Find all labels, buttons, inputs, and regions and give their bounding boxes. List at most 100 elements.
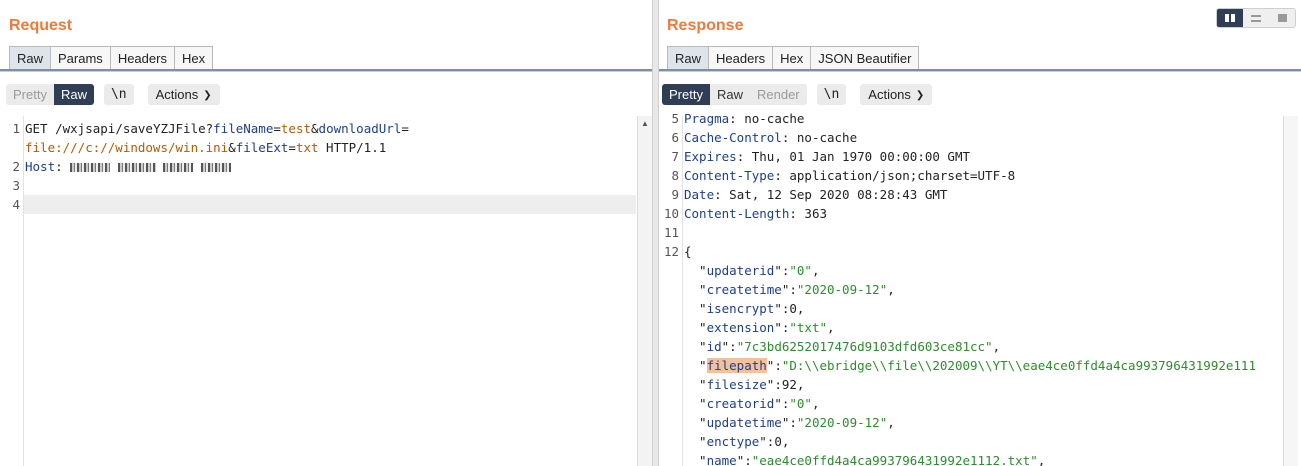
line-number bbox=[659, 356, 679, 375]
layout-single-button[interactable] bbox=[1269, 9, 1295, 27]
json-entry: "filepath":"D:\\ebridge\\file\\202009\\Y… bbox=[659, 356, 1256, 375]
chevron-down-icon: ❯ bbox=[203, 90, 212, 101]
request-tab-hex[interactable]: Hex bbox=[173, 46, 214, 70]
request-actions-label: Actions bbox=[155, 87, 199, 102]
request-line-1-wrap: file:///c://windows/win.ini&fileExt=txt … bbox=[25, 140, 387, 155]
request-tab-params[interactable]: Params bbox=[50, 46, 111, 70]
request-toolbar: Pretty Raw \n Actions ❯ bbox=[6, 84, 220, 105]
current-line-highlight bbox=[24, 195, 636, 214]
response-tab-raw[interactable]: Raw bbox=[667, 46, 710, 70]
json-entry: "isencrypt":0, bbox=[659, 299, 804, 318]
code-punctuation: : bbox=[729, 111, 745, 126]
code-punctuation: , bbox=[827, 320, 835, 335]
redacted-host bbox=[200, 163, 231, 172]
response-render-button[interactable]: Render bbox=[749, 84, 807, 105]
header-value: application/json;charset=UTF-8 bbox=[789, 168, 1016, 183]
request-tab-raw[interactable]: Raw bbox=[9, 46, 52, 70]
code-punctuation: ": bbox=[774, 396, 790, 411]
response-actions-label: Actions bbox=[868, 87, 911, 102]
layout-rows-button[interactable] bbox=[1243, 9, 1269, 27]
response-title: Response bbox=[667, 17, 744, 34]
response-header-line: 10 Content-Length: 363 bbox=[659, 204, 827, 223]
scroll-up-icon[interactable]: ▲ bbox=[641, 119, 649, 128]
code-punctuation: " bbox=[684, 377, 707, 392]
json-entry: "enctype":0, bbox=[659, 432, 789, 451]
code-punctuation: , bbox=[796, 377, 805, 392]
line-number bbox=[659, 451, 679, 466]
single-pane-icon bbox=[1277, 14, 1287, 22]
response-raw-button[interactable]: Raw bbox=[709, 84, 750, 105]
request-actions-button[interactable]: Actions ❯ bbox=[147, 84, 220, 105]
request-newline-toggle[interactable]: \n bbox=[103, 84, 134, 105]
line-number bbox=[659, 432, 679, 451]
request-pane: Request Raw Params Headers Hex Pretty Ra… bbox=[0, 0, 652, 466]
code-punctuation: " bbox=[684, 282, 707, 297]
json-key: extension bbox=[706, 320, 775, 335]
request-line-3: 3 bbox=[12, 178, 20, 193]
line-number: 6 bbox=[671, 130, 679, 145]
code-punctuation: " bbox=[684, 320, 707, 335]
json-value: 92 bbox=[781, 377, 797, 392]
tab-divider-shadow bbox=[659, 71, 1301, 72]
request-tab-headers[interactable]: Headers bbox=[109, 46, 175, 70]
rows-icon bbox=[1251, 14, 1261, 22]
redacted-host bbox=[163, 163, 194, 172]
code-punctuation: " bbox=[684, 434, 707, 449]
line-number bbox=[659, 375, 679, 394]
json-entry: "updatetime":"2020-09-12", bbox=[659, 413, 895, 432]
response-header-line: 5 Pragma: no-cache bbox=[659, 109, 804, 128]
request-raw-button[interactable]: Raw bbox=[53, 84, 94, 105]
code-punctuation: ": bbox=[774, 301, 790, 316]
code-punctuation: , bbox=[887, 415, 895, 430]
pane-splitter[interactable] bbox=[652, 0, 659, 466]
response-actions-button[interactable]: Actions ❯ bbox=[860, 84, 933, 105]
json-value: "2020-09-12" bbox=[796, 415, 888, 430]
code-punctuation: , bbox=[992, 339, 1001, 354]
line-number bbox=[659, 394, 679, 413]
json-entry: "creatorid":"0", bbox=[659, 394, 819, 413]
response-header-line: 7 Expires: Thu, 01 Jan 1970 00:00:00 GMT bbox=[659, 147, 970, 166]
response-tab-hex[interactable]: Hex bbox=[772, 46, 812, 70]
header-key: Pragma bbox=[684, 111, 730, 126]
code-punctuation: " bbox=[684, 358, 707, 373]
code-punctuation: " bbox=[684, 263, 707, 278]
request-view-toggle: Pretty Raw bbox=[6, 84, 94, 105]
response-editor[interactable]: 5 Pragma: no-cache 6 Cache-Control: no-cach… bbox=[659, 111, 1301, 466]
tab-divider-shadow bbox=[0, 71, 652, 72]
request-editor[interactable]: 1 GET /wxjsapi/saveYZJFile?fileName=test&… bbox=[0, 116, 652, 466]
json-value: "D:\\ebridge\\file\\202009\\YT\\eae4ce0f… bbox=[781, 358, 1256, 373]
code-punctuation: ": bbox=[766, 377, 782, 392]
code-punctuation: ": bbox=[736, 453, 752, 466]
response-header-line: 9 Date: Sat, 12 Sep 2020 08:28:43 GMT bbox=[659, 185, 947, 204]
header-value: no-cache bbox=[796, 130, 858, 145]
header-key: Date bbox=[684, 187, 715, 202]
code-punctuation: ": bbox=[781, 282, 797, 297]
response-tab-json-beautifier[interactable]: JSON Beautifier bbox=[810, 46, 920, 70]
code-punctuation: , bbox=[1037, 453, 1046, 466]
json-key: filesize bbox=[706, 377, 767, 392]
layout-columns-button[interactable] bbox=[1217, 9, 1243, 27]
json-key: name bbox=[706, 453, 737, 466]
code-punctuation: , bbox=[796, 301, 805, 316]
line-number: 11 bbox=[663, 225, 679, 240]
json-value: "2020-09-12" bbox=[796, 282, 888, 297]
code-punctuation: ": bbox=[774, 263, 790, 278]
request-title: Request bbox=[9, 17, 73, 34]
line-number bbox=[659, 299, 679, 318]
request-scrollbar[interactable]: ▲ bbox=[637, 116, 652, 466]
json-key: createtime bbox=[706, 282, 782, 297]
json-key: updatetime bbox=[706, 415, 782, 430]
code-punctuation: : bbox=[789, 206, 805, 221]
request-pretty-button[interactable]: Pretty bbox=[6, 84, 54, 105]
json-entry: "filesize":92, bbox=[659, 375, 804, 394]
response-pretty-button[interactable]: Pretty bbox=[662, 84, 710, 105]
json-entry: "extension":"txt", bbox=[659, 318, 835, 337]
json-value: "0" bbox=[789, 396, 812, 411]
response-header-line: 6 Cache-Control: no-cache bbox=[659, 128, 857, 147]
json-value: 0 bbox=[774, 434, 782, 449]
code-punctuation: " bbox=[684, 415, 707, 430]
json-value: "0" bbox=[789, 263, 812, 278]
response-scrollbar[interactable] bbox=[1283, 116, 1298, 466]
response-tab-headers[interactable]: Headers bbox=[708, 46, 774, 70]
response-newline-toggle[interactable]: \n bbox=[816, 84, 847, 105]
